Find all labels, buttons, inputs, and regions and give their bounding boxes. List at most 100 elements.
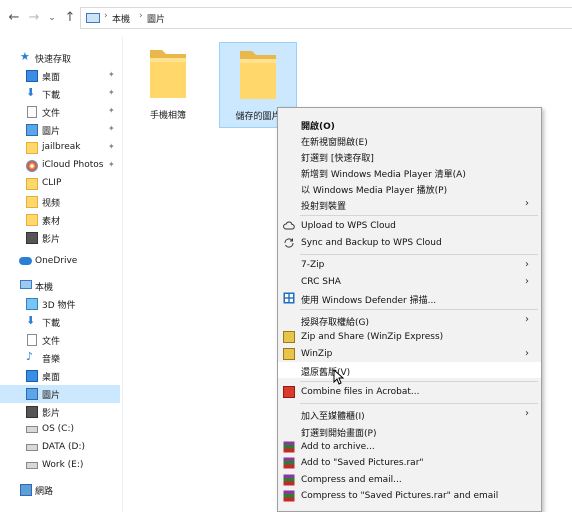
menu-item-add-to-rar[interactable]: Add to "Saved Pictures.rar" (278, 455, 541, 471)
nav-item-pc-documents[interactable]: 文件 (0, 331, 120, 349)
nav-item-drive-e[interactable]: Work (E:) (0, 457, 120, 475)
menu-item-defender-scan[interactable]: 使用 Windows Defender 掃描... (278, 290, 541, 306)
menu-item-sync-wps[interactable]: Sync and Backup to WPS Cloud (278, 235, 541, 251)
menu-item-pin-quick-access[interactable]: 釘選到 [快速存取] (278, 148, 541, 164)
nav-quick-access[interactable]: ★ 快速存取 (0, 49, 120, 67)
nav-item-pc-desktop[interactable]: 桌面 (0, 367, 120, 385)
nav-onedrive[interactable]: OneDrive (0, 253, 120, 271)
folder-icon (26, 196, 38, 208)
context-menu: 開啟(O) 在新視窗開啟(E) 釘選到 [快速存取] 新增到 Windows M… (277, 107, 542, 512)
menu-item-combine-acrobat[interactable]: Combine files in Acrobat... (278, 384, 541, 400)
desktop-icon (26, 70, 38, 82)
nav-item-icloud-photos[interactable]: iCloud Photos ✦ (0, 157, 120, 175)
menu-item-zip-share[interactable]: Zip and Share (WinZip Express) (278, 329, 541, 345)
folder-icon (150, 50, 186, 98)
nav-item-video-folder[interactable]: 视频 (0, 193, 120, 211)
winrar-icon (283, 441, 295, 453)
nav-item-pc-videos[interactable]: 影片 (0, 403, 120, 421)
menu-separator (300, 403, 538, 404)
nav-item-material[interactable]: 素材 (0, 211, 120, 229)
menu-separator (300, 215, 538, 216)
chevron-right-icon: › (525, 348, 529, 359)
menu-item-winzip[interactable]: WinZip › (278, 346, 541, 362)
chevron-right-icon: › (525, 408, 529, 419)
nav-item-music[interactable]: ♪ 音樂 (0, 349, 120, 367)
nav-item-drive-c[interactable]: OS (C:) (0, 421, 120, 439)
cloud-icon (283, 221, 295, 230)
star-icon: ★ (20, 50, 30, 63)
menu-item-crc-sha[interactable]: CRC SHA › (278, 274, 541, 290)
winrar-icon (283, 457, 295, 469)
winrar-icon (283, 490, 295, 502)
up-arrow-icon[interactable]: ↑ (62, 10, 78, 26)
folder-tile[interactable]: 手機相簿 (129, 44, 207, 128)
pin-icon: ✦ (108, 106, 115, 115)
menu-item-compress-email[interactable]: Compress and email... (278, 472, 541, 488)
video-icon (26, 232, 38, 244)
icloud-photos-icon (26, 160, 38, 172)
sync-icon (284, 238, 294, 248)
nav-item-3d-objects[interactable]: 3D 物件 (0, 295, 120, 313)
chevron-right-icon: › (525, 198, 529, 209)
nav-item-downloads[interactable]: ⬇ 下載 ✦ (0, 85, 120, 103)
chevron-right-icon: › (525, 276, 529, 287)
menu-separator (300, 254, 538, 255)
defender-icon (283, 292, 295, 304)
toolbar: ← → ⌄ ↑ › 本機 › 圖片 (0, 0, 572, 36)
this-pc-icon (20, 280, 32, 289)
nav-item-clip[interactable]: CLIP (0, 175, 120, 193)
mouse-cursor-icon (333, 369, 345, 385)
folder-icon (26, 142, 38, 154)
pin-icon: ✦ (108, 160, 115, 169)
navigation-pane: ★ 快速存取 桌面 ✦ ⬇ 下載 ✦ 文件 ✦ 圖片 ✦ jailbreak ✦… (0, 36, 122, 512)
nav-item-drive-d[interactable]: DATA (D:) (0, 439, 120, 457)
nav-item-pc-pictures[interactable]: 圖片 (0, 385, 120, 403)
onedrive-cloud-icon (19, 257, 32, 265)
address-bar[interactable]: › 本機 › 圖片 (80, 7, 572, 29)
nav-this-pc[interactable]: 本機 (0, 277, 120, 295)
back-arrow-icon[interactable]: ← (6, 10, 22, 26)
chevron-right-icon: › (525, 259, 529, 270)
breadcrumb-separator: › (104, 11, 108, 21)
menu-item-give-access[interactable]: 授與存取權給(G) › (278, 312, 541, 328)
menu-item-compress-rar-email[interactable]: Compress to "Saved Pictures.rar" and ema… (278, 488, 541, 504)
nav-item-pictures[interactable]: 圖片 ✦ (0, 121, 120, 139)
pane-divider (122, 36, 123, 512)
menu-item-restore-previous[interactable]: 還原舊版(V) (278, 362, 541, 378)
menu-item-open[interactable]: 開啟(O) (278, 116, 541, 132)
folder-label: 手機相簿 (149, 111, 186, 121)
menu-item-upload-wps[interactable]: Upload to WPS Cloud (278, 218, 541, 234)
menu-item-add-library[interactable]: 加入至媒體櫃(I) › (278, 406, 541, 422)
winrar-icon (283, 474, 295, 486)
breadcrumb-pictures[interactable]: 圖片 (147, 12, 165, 25)
menu-item-play-wmp[interactable]: 以 Windows Media Player 播放(P) (278, 180, 541, 196)
chevron-down-icon[interactable]: ⌄ (44, 10, 60, 26)
windows-drive-icon (26, 426, 38, 433)
nav-item-jailbreak[interactable]: jailbreak ✦ (0, 139, 120, 157)
pin-icon: ✦ (108, 142, 115, 151)
desktop-icon (26, 370, 38, 382)
folder-icon (26, 214, 38, 226)
menu-item-open-new-window[interactable]: 在新視窗開啟(E) (278, 132, 541, 148)
menu-item-7zip[interactable]: 7-Zip › (278, 257, 541, 273)
menu-item-add-archive[interactable]: Add to archive... (278, 439, 541, 455)
network-icon (20, 484, 32, 496)
this-pc-icon (86, 13, 100, 23)
nav-item-desktop[interactable]: 桌面 ✦ (0, 67, 120, 85)
download-icon: ⬇ (26, 86, 36, 99)
menu-item-pin-start[interactable]: 釘選到開始畫面(P) (278, 423, 541, 439)
forward-arrow-icon[interactable]: → (26, 10, 42, 26)
video-icon (26, 406, 38, 418)
folder-icon (26, 178, 38, 190)
acrobat-icon (283, 386, 295, 398)
menu-item-add-wmp-list[interactable]: 新增到 Windows Media Player 清單(A) (278, 164, 541, 180)
nav-item-documents[interactable]: 文件 ✦ (0, 103, 120, 121)
nav-network[interactable]: 網路 (0, 481, 120, 499)
menu-item-cast-to-device[interactable]: 投射到裝置 › (278, 196, 541, 212)
nav-item-pc-downloads[interactable]: ⬇ 下載 (0, 313, 120, 331)
pictures-icon (26, 388, 38, 400)
breadcrumb-separator: › (139, 11, 143, 21)
winzip-icon (283, 348, 295, 360)
breadcrumb-this-pc[interactable]: 本機 (112, 12, 130, 25)
nav-item-videos[interactable]: 影片 (0, 229, 120, 247)
